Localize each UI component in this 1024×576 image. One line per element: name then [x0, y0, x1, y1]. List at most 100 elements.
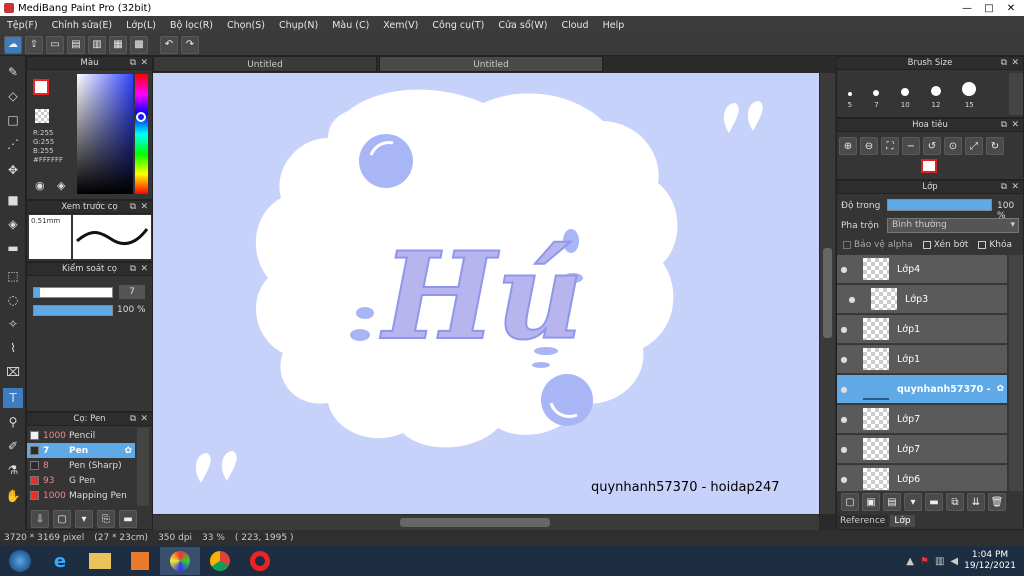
close-button[interactable]: ✕: [1004, 3, 1018, 14]
text-tool-icon[interactable]: T: [3, 388, 23, 408]
swap-color-icon[interactable]: ◈: [57, 179, 65, 192]
menu-color[interactable]: Màu (C): [325, 20, 376, 31]
primary-color-swatch[interactable]: [33, 79, 49, 95]
taskbar-explorer[interactable]: [80, 547, 120, 575]
brush-size-slider[interactable]: [33, 287, 113, 298]
undock-icon[interactable]: ⧉: [1001, 119, 1007, 132]
vertical-scrollbar[interactable]: [820, 73, 835, 514]
saturation-picker[interactable]: [77, 74, 133, 194]
document-tab-2[interactable]: Untitled: [379, 56, 603, 72]
menu-layer[interactable]: Lớp(L): [119, 20, 163, 31]
eye-icon[interactable]: ●: [837, 445, 851, 454]
select-rect-icon[interactable]: ⬚: [3, 266, 23, 286]
palette-icon[interactable]: ◉: [35, 179, 45, 192]
document-tab-1[interactable]: Untitled: [153, 56, 377, 72]
taskbar-chrome[interactable]: [200, 547, 240, 575]
brush-size-option[interactable]: 5: [848, 92, 852, 115]
select-eraser-icon[interactable]: ⌧: [3, 362, 23, 382]
eye-icon[interactable]: ●: [837, 385, 851, 394]
download-brush-icon[interactable]: ⇩: [31, 510, 49, 528]
menu-cloud[interactable]: Cloud: [554, 20, 595, 31]
horizontal-scrollbar[interactable]: [153, 515, 819, 530]
eye-icon[interactable]: ●: [837, 475, 851, 484]
close-icon[interactable]: ✕: [1011, 181, 1019, 194]
brush-menu-icon[interactable]: ▾: [75, 510, 93, 528]
menu-filter[interactable]: Bộ lọc(R): [163, 20, 220, 31]
layer-row[interactable]: ● quynhanh57370 - ✿: [837, 375, 1007, 404]
brush-size-option[interactable]: 7: [873, 90, 880, 115]
tray-flag-icon[interactable]: ⚑: [920, 556, 929, 567]
brush-list-scrollbar[interactable]: [137, 428, 149, 506]
tab-reference[interactable]: Reference: [837, 515, 889, 527]
navigator-thumbnail[interactable]: [921, 159, 937, 173]
layer-opacity-slider[interactable]: [887, 199, 992, 211]
operation-tool-icon[interactable]: ⚲: [3, 412, 23, 432]
start-button[interactable]: [0, 547, 40, 575]
clipping-checkbox[interactable]: Xén bớt: [922, 240, 968, 250]
undock-icon[interactable]: ⧉: [130, 57, 136, 70]
new-8bit-layer-icon[interactable]: ▤: [883, 493, 901, 511]
close-icon[interactable]: ✕: [1011, 119, 1019, 132]
tray-volume-icon[interactable]: ◀: [950, 556, 958, 567]
eye-icon[interactable]: ●: [837, 265, 851, 274]
redo-button[interactable]: ↷: [181, 35, 199, 54]
gradient-tool-icon[interactable]: ▬: [3, 238, 23, 258]
document-icon[interactable]: ▥: [88, 35, 106, 54]
copy-brush-icon[interactable]: ⎘: [97, 510, 115, 528]
new-halftone-layer-icon[interactable]: ▣: [862, 493, 880, 511]
share-icon[interactable]: ⇪: [25, 35, 43, 54]
menu-window[interactable]: Cửa sổ(W): [491, 20, 554, 31]
close-icon[interactable]: ✕: [140, 201, 148, 214]
reset-view-icon[interactable]: ⊙: [944, 137, 962, 155]
eye-icon[interactable]: ●: [837, 415, 851, 424]
layer-row[interactable]: ● Lớp3: [837, 285, 1007, 314]
layer-row[interactable]: ● Lớp6: [837, 465, 1007, 491]
new-layer-icon[interactable]: ▢: [841, 493, 859, 511]
gear-icon[interactable]: ✿: [997, 384, 1005, 394]
page-icon[interactable]: ▤: [67, 35, 85, 54]
minimize-button[interactable]: —: [960, 3, 974, 14]
brush-item[interactable]: 1000 Mapping Pen: [27, 488, 135, 503]
lasso-tool-icon[interactable]: ◌: [3, 290, 23, 310]
hand-tool-icon[interactable]: ✋: [3, 486, 23, 506]
zoom-minus-icon[interactable]: −: [902, 137, 920, 155]
menu-select[interactable]: Chọn(S): [220, 20, 272, 31]
rotate-left-icon[interactable]: ↺: [923, 137, 941, 155]
undock-icon[interactable]: ⧉: [130, 413, 136, 426]
tab-layer[interactable]: Lớp: [890, 515, 915, 527]
zoom-in-icon[interactable]: ⊕: [839, 137, 857, 155]
undock-icon[interactable]: ⧉: [130, 201, 136, 214]
eye-icon[interactable]: ●: [845, 295, 859, 304]
undock-icon[interactable]: ⧉: [1001, 57, 1007, 70]
dropper-icon[interactable]: ⚗: [3, 460, 23, 480]
duplicate-layer-icon[interactable]: ⧉: [946, 493, 964, 511]
layer-row[interactable]: ● Lớp1: [837, 345, 1007, 374]
layer-list-scrollbar[interactable]: [1009, 255, 1023, 491]
brush-size-option[interactable]: 12: [930, 86, 941, 115]
maximize-button[interactable]: □: [982, 3, 996, 14]
hue-slider[interactable]: [135, 74, 148, 194]
artboard[interactable]: Hú quynhanh57370 - hoidap247: [153, 73, 819, 514]
folder-icon[interactable]: ▬: [119, 510, 137, 528]
tray-network-icon[interactable]: ▥: [935, 556, 944, 567]
transparent-swatch[interactable]: [35, 109, 49, 123]
blend-mode-select[interactable]: Bình thường ▾: [887, 218, 1019, 233]
layer-menu-icon[interactable]: ▾: [904, 493, 922, 511]
close-icon[interactable]: ✕: [1011, 57, 1019, 70]
brush-item[interactable]: 93 G Pen: [27, 473, 135, 488]
gear-icon[interactable]: ✿: [124, 446, 135, 456]
layer-row[interactable]: ● Lớp1: [837, 315, 1007, 344]
brush-size-option[interactable]: 15: [962, 82, 977, 115]
layer-folder-icon[interactable]: ▬: [925, 493, 943, 511]
select-pen-icon[interactable]: ⌇: [3, 338, 23, 358]
brush-item[interactable]: 8 Pen (Sharp): [27, 458, 135, 473]
eye-icon[interactable]: ●: [837, 325, 851, 334]
new-brush-icon[interactable]: ▢: [53, 510, 71, 528]
brush-size-scrollbar[interactable]: [1009, 73, 1023, 115]
eye-icon[interactable]: ●: [837, 355, 851, 364]
lock-checkbox[interactable]: Khóa: [978, 240, 1012, 250]
menu-view[interactable]: Xem(V): [376, 20, 425, 31]
chat-icon[interactable]: ▭: [46, 35, 64, 54]
close-icon[interactable]: ✕: [140, 263, 148, 276]
menu-file[interactable]: Tệp(F): [0, 20, 45, 31]
